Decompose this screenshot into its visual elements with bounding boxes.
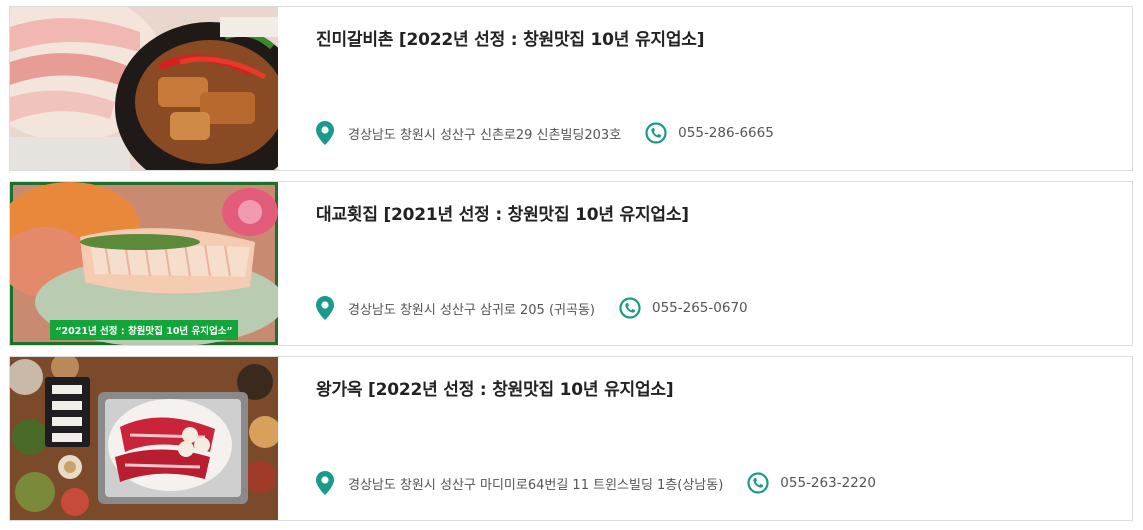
restaurant-meta: 경상남도 창원시 성산구 마디미로64번길 11 트윈스빌딩 1층(상남동) 0…: [316, 471, 876, 495]
restaurant-card[interactable]: “2021년 선정 : 창원맛집 10년 유지업소” 대교횟집 [2021년 선…: [9, 181, 1133, 346]
phone-icon: [747, 472, 769, 494]
restaurant-photo[interactable]: [10, 7, 278, 170]
restaurant-name[interactable]: 왕가옥 [2022년 선정 : 창원맛집 10년 유지업소]: [316, 375, 674, 400]
photo-caption: “2021년 선정 : 창원맛집 10년 유지업소”: [55, 325, 232, 337]
restaurant-address: 경상남도 창원시 성산구 삼귀로 205 (귀곡동): [348, 302, 595, 318]
restaurant-photo[interactable]: “2021년 선정 : 창원맛집 10년 유지업소”: [10, 182, 278, 345]
restaurant-card[interactable]: 왕가옥 [2022년 선정 : 창원맛집 10년 유지업소] 경상남도 창원시 …: [9, 356, 1133, 521]
restaurant-phone[interactable]: 055-286-6665: [678, 125, 774, 141]
restaurant-photo[interactable]: [10, 357, 278, 520]
restaurant-meta: 경상남도 창원시 성산구 삼귀로 205 (귀곡동) 055-265-0670: [316, 296, 748, 320]
restaurant-name[interactable]: 대교횟집 [2021년 선정 : 창원맛집 10년 유지업소]: [316, 200, 689, 225]
map-pin-icon: [316, 296, 334, 320]
restaurant-card[interactable]: 진미갈비촌 [2022년 선정 : 창원맛집 10년 유지업소] 경상남도 창원…: [9, 6, 1133, 171]
restaurant-list: 진미갈비촌 [2022년 선정 : 창원맛집 10년 유지업소] 경상남도 창원…: [0, 0, 1143, 530]
restaurant-name[interactable]: 진미갈비촌 [2022년 선정 : 창원맛집 10년 유지업소]: [316, 25, 705, 50]
restaurant-phone[interactable]: 055-263-2220: [780, 475, 876, 491]
restaurant-address: 경상남도 창원시 성산구 신촌로29 신촌빌딩203호: [348, 127, 622, 143]
map-pin-icon: [316, 471, 334, 495]
restaurant-address: 경상남도 창원시 성산구 마디미로64번길 11 트윈스빌딩 1층(상남동): [348, 477, 724, 493]
restaurant-meta: 경상남도 창원시 성산구 신촌로29 신촌빌딩203호 055-286-6665: [316, 121, 774, 145]
phone-icon: [645, 122, 667, 144]
restaurant-phone[interactable]: 055-265-0670: [652, 300, 748, 316]
map-pin-icon: [316, 121, 334, 145]
phone-icon: [619, 297, 641, 319]
